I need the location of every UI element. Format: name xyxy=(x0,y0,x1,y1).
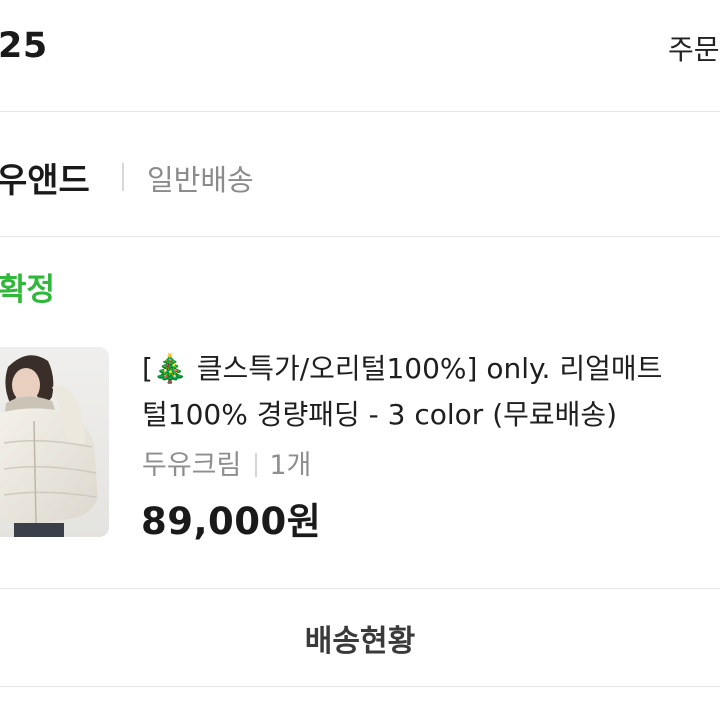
button-bottom-divider xyxy=(0,686,720,687)
product-title[interactable]: [🎄 클스특가/오리털100%] only. 리얼매트 털100% 경량패딩 -… xyxy=(142,346,720,438)
product-title-line-2: 털100% 경량패딩 - 3 color (무료배송) xyxy=(142,398,618,431)
order-status: 확정 xyxy=(0,272,56,308)
product-price: 89,000원 xyxy=(141,500,322,543)
delivery-status-button[interactable]: 배송현황 xyxy=(0,590,720,686)
product-photo xyxy=(0,347,109,537)
order-date: 25 xyxy=(0,26,48,66)
order-detail-link[interactable]: 주문 xyxy=(668,28,720,68)
seller-divider xyxy=(0,236,720,237)
order-detail-page: 25 주문 우앤드 일반배송 확정 [🎄 클스특가/오리털100%] only.… xyxy=(0,0,720,720)
shipping-type: 일반배송 xyxy=(147,163,254,197)
option-separator xyxy=(255,453,258,477)
product-quantity: 1개 xyxy=(269,450,312,481)
product-thumbnail[interactable] xyxy=(0,347,109,537)
seller-name[interactable]: 우앤드 xyxy=(0,153,90,202)
seller-separator xyxy=(122,163,124,191)
product-option-row: 두유크림 1개 xyxy=(142,443,312,481)
button-top-divider xyxy=(0,588,720,589)
seller-row[interactable]: 우앤드 일반배송 xyxy=(0,113,720,237)
product-option: 두유크림 xyxy=(142,450,242,481)
product-title-line-1: [🎄 클스특가/오리털100%] only. 리얼매트 xyxy=(142,352,663,385)
header-divider xyxy=(0,111,720,112)
order-header: 25 주문 xyxy=(0,0,720,100)
